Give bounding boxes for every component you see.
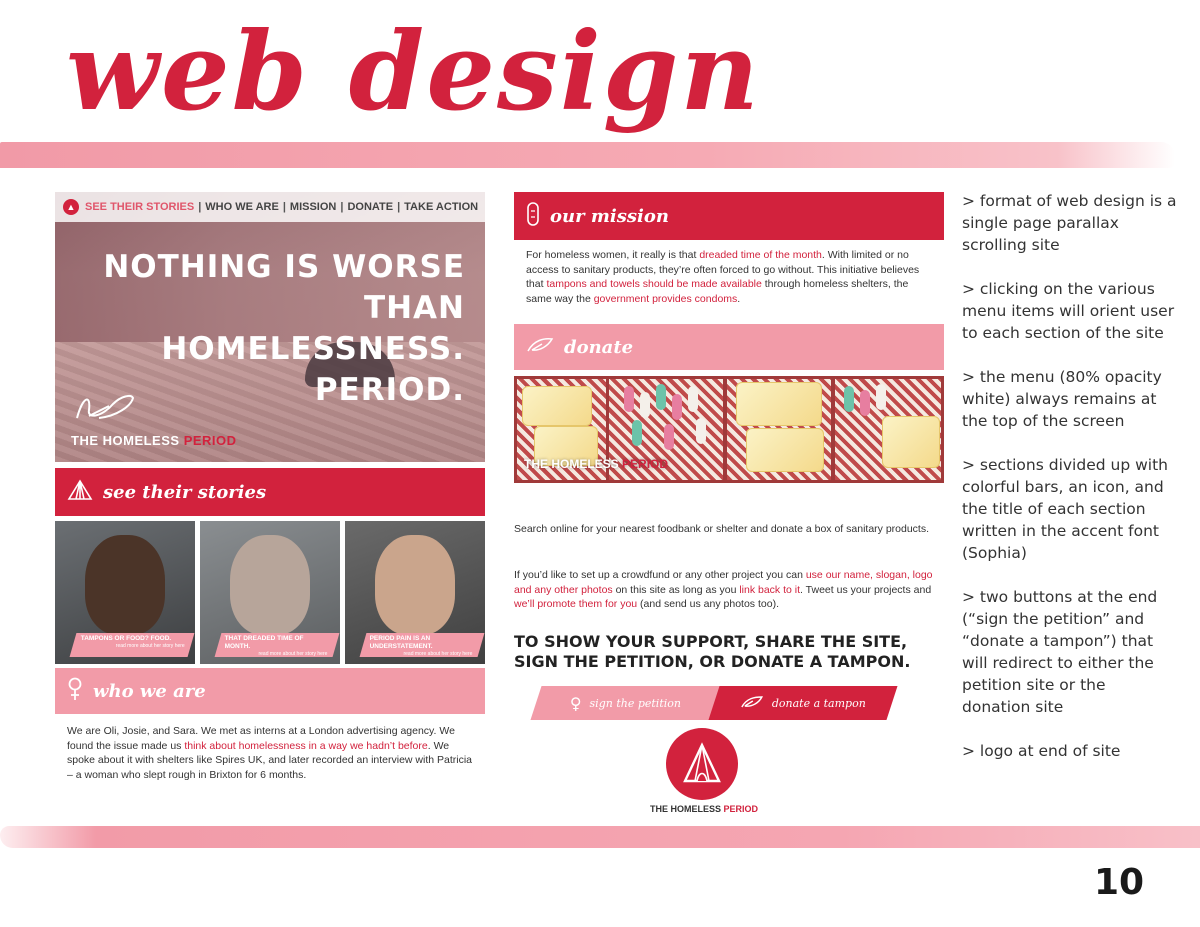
hero-image: NOTHING IS WORSE THAN HOMELESSNESS. PERI… [55,192,485,462]
hero-headline: NOTHING IS WORSE THAN HOMELESSNESS. PERI… [103,249,465,408]
female-symbol-icon: ♀ [570,693,583,713]
donate-section-bar: donate [514,324,944,370]
story-link[interactable]: read more about her story here [221,651,327,657]
donate-link[interactable]: link back to it [739,584,800,596]
end-brand: THE HOMELESS PERIOD [649,804,759,814]
note-item: > clicking on the various menu items wil… [962,280,1175,342]
teepee-logo-icon [666,728,738,800]
donate-text: Search online for your nearest foodbank … [514,523,930,535]
nav-item-stories[interactable]: SEE THEIR STORIES [85,201,194,213]
hero-brand: THE HOMELESS PERIOD [71,433,237,448]
tent-icon [67,478,93,506]
note-item: > two buttons at the end (“sign the peti… [962,588,1158,716]
note-item: > sections divided up with colorful bars… [962,456,1168,562]
note-item: > logo at end of site [962,742,1121,760]
pad-icon [526,201,540,232]
page-title: web design [66,9,761,135]
female-symbol-icon [67,677,83,706]
mission-link[interactable]: tampons and towels should be made availa… [546,278,761,290]
note-item: > the menu (80% opacity white) always re… [962,368,1162,430]
mission-link[interactable]: government provides condoms [594,293,738,305]
nav-item-take-action[interactable]: TAKE ACTION [404,201,478,213]
mission-section-bar: our mission [514,192,944,240]
brush-stroke-top [0,142,1175,168]
site-nav: ▲ SEE THEIR STORIES | WHO WE ARE | MISSI… [55,192,485,222]
story-caption[interactable]: TAMPONS OR FOOD? FOOD. read more about h… [69,633,195,657]
donate-tampon-button[interactable]: donate a tampon [708,686,898,720]
who-link[interactable]: think about homelessness in a way we had… [184,740,427,752]
donate-text-crowdfund: If you’d like to set up a crowdfund or a… [514,569,933,610]
donate-link[interactable]: we’ll promote them for you [514,598,637,610]
story-caption[interactable]: PERIOD PAIN IS AN UNDERSTATEMENT. read m… [359,633,485,657]
stories-section-bar: see their stories [55,468,485,516]
donate-image-brand: THE HOMELESS PERIOD [524,457,669,471]
feather-icon [73,390,135,433]
stories-grid: TAMPONS OR FOOD? FOOD. read more about h… [55,521,485,664]
teepee-logo-icon[interactable]: ▲ [63,199,79,215]
story-link[interactable]: read more about her story here [79,643,185,649]
story-card[interactable]: PERIOD PAIN IS AN UNDERSTATEMENT. read m… [345,521,485,664]
story-card[interactable]: TAMPONS OR FOOD? FOOD. read more about h… [55,521,195,664]
story-card[interactable]: THAT DREADED TIME OF MONTH. read more ab… [200,521,340,664]
story-link[interactable]: read more about her story here [366,651,472,657]
nav-item-who[interactable]: WHO WE ARE [205,201,279,213]
note-item: > format of web design is a single page … [962,192,1177,254]
story-caption[interactable]: THAT DREADED TIME OF MONTH. read more ab… [214,633,340,657]
brush-stroke-bottom [0,826,1200,848]
nav-item-mission[interactable]: MISSION [290,201,336,213]
feather-icon [740,694,764,713]
cta-heading: TO SHOW YOUR SUPPORT, SHARE THE SITE, SI… [514,632,911,671]
mission-text: For homeless women, it really is that dr… [526,249,920,305]
sign-petition-button[interactable]: ♀ sign the petition [530,686,722,720]
who-text: We are Oli, Josie, and Sara. We met as i… [67,725,473,781]
design-notes: > format of web design is a single page … [962,190,1177,784]
nav-item-donate[interactable]: DONATE [347,201,393,213]
feather-icon [526,336,554,359]
page-number: 10 [1094,862,1145,903]
mission-link[interactable]: dreaded time of the month [699,249,822,261]
donate-image: THE HOMELESS PERIOD [514,376,944,483]
who-section-bar: who we are [55,668,485,714]
